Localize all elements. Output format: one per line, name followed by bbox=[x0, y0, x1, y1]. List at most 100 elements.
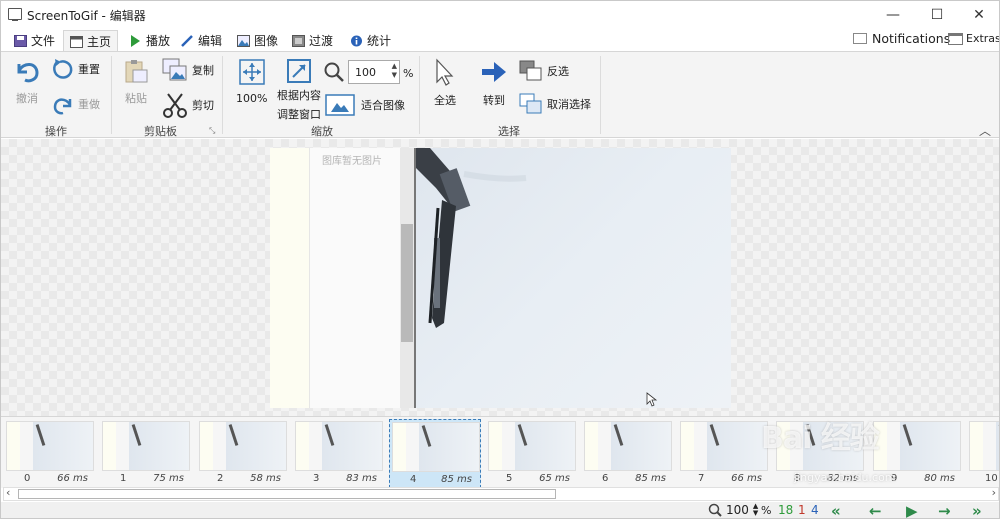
frame-count: 18 bbox=[778, 503, 794, 517]
fit-image-label: 适合图像 bbox=[361, 99, 405, 112]
save-icon bbox=[14, 34, 27, 47]
tab-stats[interactable]: 统计 bbox=[344, 30, 397, 51]
dialog-launcher-icon[interactable]: ⤡ bbox=[209, 126, 215, 136]
frame-thumb-selected[interactable]: 4 85 ms bbox=[389, 419, 481, 488]
paste-button[interactable]: 粘贴 bbox=[123, 58, 149, 106]
next-frame-icon[interactable]: → bbox=[938, 502, 951, 518]
status-zoom[interactable]: 100 ▲ ▼ bbox=[708, 503, 758, 517]
pencil-icon bbox=[181, 34, 193, 47]
tab-file[interactable]: 文件 bbox=[8, 30, 61, 51]
close-button[interactable]: ✕ bbox=[957, 1, 999, 29]
frame-index: 0 bbox=[24, 473, 31, 484]
arrow-right-icon bbox=[482, 62, 506, 82]
frame-index: 6 bbox=[602, 473, 609, 484]
extras-icon bbox=[948, 32, 963, 45]
fit-image-button[interactable]: 适合图像 bbox=[325, 94, 405, 116]
tab-transition[interactable]: 过渡 bbox=[286, 30, 339, 51]
zoom-100-label: 100% bbox=[236, 92, 268, 105]
notifications-button[interactable]: Notifications bbox=[853, 31, 950, 46]
title-bar: ScreenToGif - 编辑器 — ☐ ✕ bbox=[1, 1, 999, 29]
zoom-input-value: 100 bbox=[355, 65, 376, 79]
status-bar: 100 ▲ ▼ % 18 1 4 « ← ▶ → » bbox=[1, 502, 999, 518]
last-frame-icon[interactable]: » bbox=[972, 502, 982, 518]
maximize-button[interactable]: ☐ bbox=[915, 1, 959, 29]
tab-play[interactable]: 播放 bbox=[123, 30, 176, 51]
frame-thumb-image bbox=[680, 421, 768, 471]
ribbon-tabs: 文件 主页 播放 编辑 图像 过渡 统计 Notifications Extra… bbox=[1, 30, 999, 52]
tab-image[interactable]: 图像 bbox=[231, 30, 284, 51]
deselect-label: 取消选择 bbox=[547, 98, 591, 111]
frame-delay: 80 ms bbox=[924, 473, 955, 484]
frame-thumb[interactable]: 3 83 ms bbox=[293, 419, 385, 485]
info-icon bbox=[351, 35, 362, 46]
group-label-action: 操作 bbox=[45, 125, 67, 138]
deselect-button[interactable]: 取消选择 bbox=[519, 93, 591, 115]
goto-button[interactable]: 转到 bbox=[480, 58, 508, 108]
notifications-label: Notifications bbox=[872, 31, 951, 46]
undo-button[interactable]: 撤消 bbox=[13, 58, 41, 106]
cut-label: 剪切 bbox=[192, 99, 214, 112]
redo-button[interactable]: 重做 bbox=[52, 93, 100, 115]
minimize-button[interactable]: — bbox=[871, 1, 915, 29]
ribbon-separator bbox=[222, 56, 223, 134]
zoom-input[interactable]: 100 ▲ ▼ bbox=[348, 60, 400, 84]
extras-button[interactable]: Extras bbox=[948, 32, 999, 45]
fit-window-icon bbox=[287, 59, 311, 83]
frame-index: 5 bbox=[506, 473, 513, 484]
select-all-button[interactable]: 全选 bbox=[433, 58, 457, 108]
invert-selection-button[interactable]: 反选 bbox=[519, 60, 569, 82]
scroll-right-icon[interactable]: › bbox=[992, 486, 996, 499]
frame-index: 4 bbox=[410, 474, 417, 485]
ribbon-separator bbox=[600, 56, 601, 134]
frame-thumb-image bbox=[584, 421, 672, 471]
zoom-spinner[interactable]: ▲ ▼ bbox=[392, 62, 397, 80]
invert-label: 反选 bbox=[547, 65, 569, 78]
collapse-ribbon-icon[interactable]: ︿ bbox=[979, 122, 991, 139]
status-zoom-spinner[interactable]: ▲ ▼ bbox=[753, 503, 758, 517]
canvas-area[interactable]: 图库暂无图片 bbox=[1, 139, 999, 416]
frame-thumb[interactable]: 6 85 ms bbox=[582, 419, 674, 485]
play-icon bbox=[131, 34, 140, 47]
reset-button[interactable]: 重置 bbox=[52, 58, 100, 80]
frame-thumb[interactable]: 0 66 ms bbox=[4, 419, 96, 485]
fit-content-label-1: 根据内容 bbox=[277, 89, 321, 102]
scissors-icon bbox=[163, 93, 187, 118]
play-frame-icon[interactable]: ▶ bbox=[906, 502, 918, 518]
tab-home[interactable]: 主页 bbox=[63, 30, 119, 52]
frame-thumb[interactable]: 7 66 ms bbox=[678, 419, 770, 485]
empty-gallery-text: 图库暂无图片 bbox=[322, 156, 382, 167]
zoom-100-button[interactable]: 100% bbox=[236, 58, 267, 105]
frame-thumb-image bbox=[392, 422, 480, 472]
scroll-left-icon[interactable]: ‹ bbox=[6, 486, 10, 499]
cursor-icon bbox=[436, 58, 454, 86]
image-icon bbox=[237, 34, 250, 47]
tab-edit[interactable]: 编辑 bbox=[175, 30, 228, 51]
frame-thumb-image bbox=[6, 421, 94, 471]
status-zoom-percent: % bbox=[761, 504, 772, 517]
frame-list-scroll-thumb[interactable] bbox=[18, 489, 556, 499]
frame-thumb[interactable]: 1 75 ms bbox=[100, 419, 192, 485]
status-zoom-value: 100 bbox=[726, 503, 749, 517]
redo-icon bbox=[53, 98, 72, 115]
frame-list-scrollbar[interactable]: ‹ › bbox=[3, 486, 999, 501]
first-frame-icon[interactable]: « bbox=[831, 502, 841, 518]
baidu-watermark-url: jingyan.baidu.com bbox=[794, 471, 896, 484]
frame-thumb[interactable]: 10 bbox=[967, 419, 999, 485]
frame-thumb-image bbox=[199, 421, 287, 471]
preview-scrollbar bbox=[400, 148, 414, 408]
preview-pane-left bbox=[270, 148, 310, 408]
ribbon: 撤消 重置 重做 操作 粘贴 复制 剪切 剪贴板 ⤡ 100% 根据内容 调整窗… bbox=[1, 51, 999, 139]
magnifier-icon bbox=[324, 62, 344, 82]
fit-content-button[interactable]: 根据内容 调整窗口 bbox=[277, 58, 321, 122]
copy-button[interactable]: 复制 bbox=[162, 58, 214, 82]
frame-thumb[interactable]: 5 65 ms bbox=[486, 419, 578, 485]
group-label-clipboard: 剪贴板 bbox=[144, 125, 177, 138]
previous-frame-icon[interactable]: ← bbox=[869, 502, 882, 518]
frame-delay: 66 ms bbox=[57, 473, 88, 484]
cut-button[interactable]: 剪切 bbox=[162, 92, 214, 118]
deselect-icon bbox=[519, 93, 542, 114]
ribbon-separator bbox=[111, 56, 112, 134]
frame-thumb[interactable]: 2 58 ms bbox=[197, 419, 289, 485]
baidu-watermark: Bai 经验 bbox=[761, 421, 880, 456]
copy-icon bbox=[162, 58, 187, 81]
